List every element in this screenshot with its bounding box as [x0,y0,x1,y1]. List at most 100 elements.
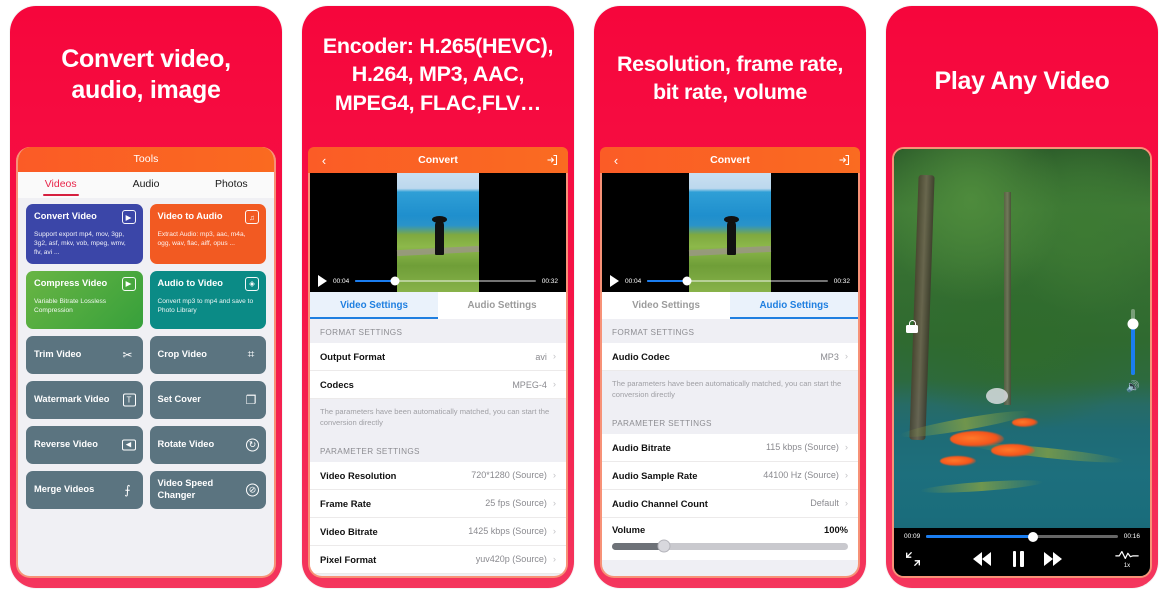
scrubber[interactable] [355,276,536,286]
thumbnail-person [431,215,447,255]
chevron-right-icon: › [552,378,556,390]
app-store-screenshot-gallery: Convert video, audio, image Tools Videos… [0,0,1170,596]
tool-tile-grid: Convert Video Support export mp4, mov, 3… [18,198,274,576]
row-value: Default [810,498,839,509]
section-header-format: FORMAT SETTINGS [602,319,858,343]
tool-tile-video-to-audio[interactable]: Video to Audio Extract Audio: mp3, aac, … [149,204,266,264]
export-icon[interactable] [544,154,560,166]
row-codecs[interactable]: Codecs MPEG-4 › [310,371,566,399]
volume-control[interactable]: Volume 100% [602,517,858,560]
scene-water-weed [919,477,1043,496]
player-scrubber-row: 00:09 00:16 [904,531,1140,542]
scrubber-knob[interactable] [1028,531,1039,542]
row-label: Audio Bitrate [612,441,671,453]
transport-controls [922,550,1114,567]
tab-videos[interactable]: Videos [18,178,103,198]
chevron-left-icon[interactable]: ‹ [608,154,624,167]
play-icon[interactable] [318,275,327,287]
promo-headline: Convert video, audio, image [10,44,282,105]
phone-frame: Encoder: H.265(HEVC), H.264, MP3, AAC, M… [302,6,574,588]
scene-koi-fish [940,456,977,467]
scrubber-knob[interactable] [682,276,692,286]
headline-line-1: Resolution, frame rate, [616,52,844,76]
tools-tabbar: Videos Audio Photos [18,172,274,198]
headline-line-1: Encoder: H.265(HEVC), [322,34,554,58]
tool-tile-compress-video[interactable]: Compress Video Variable Bitrate Lossless… [26,270,143,329]
tool-tile-rotate-video[interactable]: Rotate Video ↻ [149,425,266,464]
tool-tile-set-cover[interactable]: Set Cover ❐ [149,380,266,419]
row-frame-rate[interactable]: Frame Rate 25 fps (Source) › [310,489,566,518]
row-pixel-format[interactable]: Pixel Format yuv420p (Source) › [310,545,566,574]
tool-tile-reverse-video[interactable]: Reverse Video ◀ [26,425,143,464]
promo-panel-audio-settings: Resolution, frame rate, bit rate, volume… [584,0,876,596]
tool-tile-audio-to-video[interactable]: Audio to Video Convert mp3 to mp4 and sa… [149,270,266,329]
play-icon[interactable] [610,275,619,287]
scrubber[interactable] [926,531,1118,542]
volume-slider[interactable] [612,539,848,553]
row-audio-channel-count[interactable]: Audio Channel Count Default › [602,489,858,518]
speedometer-icon: ⊘ [246,483,259,497]
row-audio-codec[interactable]: Audio Codec MP3 › [602,343,858,371]
thumbnail-person [723,215,739,255]
row-label: Audio Codec [612,351,670,362]
tile-title: Trim Video [34,349,82,360]
tool-tile-merge-videos[interactable]: Merge Videos ⨍ [26,470,143,509]
headline-line-2: H.264, MP3, AAC, [351,62,525,87]
row-audio-bitrate[interactable]: Audio Bitrate 115 kbps (Source) › [602,433,858,462]
speaker-icon[interactable]: 🔊 [1126,382,1140,393]
fullscreen-player[interactable]: 🔊 00:09 00:16 1x [892,147,1152,578]
row-output-format[interactable]: Output Format avi › [310,343,566,371]
convert-navbar: ‹ Convert [600,147,860,173]
row-audio-sample-rate[interactable]: Audio Sample Rate 44100 Hz (Source) › [602,461,858,490]
volume-slider-knob[interactable] [657,539,671,553]
headline-line-2: audio, image [71,75,221,104]
section-header-format: FORMAT SETTINGS [310,319,566,343]
row-video-bitrate[interactable]: Video Bitrate 1425 kbps (Source) › [310,517,566,546]
tab-photos[interactable]: Photos [189,178,274,198]
lock-icon[interactable] [906,320,918,333]
section-header-parameter: PARAMETER SETTINGS [310,437,566,462]
export-icon[interactable] [836,154,852,166]
row-label: Audio Sample Rate [612,469,698,481]
scene-koi-fish [950,430,1005,447]
promo-panel-tools: Convert video, audio, image Tools Videos… [0,0,292,596]
tool-tile-convert-video[interactable]: Convert Video Support export mp4, mov, 3… [26,204,143,264]
tool-tile-video-speed-changer[interactable]: Video Speed Changer ⊘ [149,470,266,509]
fast-forward-icon[interactable] [1043,551,1064,566]
scrubber-knob[interactable] [390,276,400,286]
tool-tile-watermark-video[interactable]: Watermark Video T [26,380,143,419]
volume-knob[interactable] [1127,318,1139,330]
volume-slider-fill [612,542,664,550]
volume-track[interactable] [1127,309,1139,375]
merge-icon: ⨍ [124,482,131,497]
expand-icon[interactable] [904,550,922,568]
row-value: MPEG-4 [512,379,547,390]
waveform-icon[interactable]: 1x [1114,548,1140,569]
scrubber-fill [647,279,687,283]
chevron-right-icon: › [552,525,556,537]
tab-audio[interactable]: Audio [103,178,188,198]
headline-line-1: Convert video, [61,45,231,73]
pause-icon[interactable] [1012,550,1024,567]
player-controls-bar: 00:09 00:16 1x [894,528,1150,576]
chevron-left-icon[interactable]: ‹ [316,154,332,167]
tab-audio-settings[interactable]: Audio Settings [438,292,566,319]
chevron-right-icon: › [844,350,848,362]
scrubber[interactable] [647,276,828,286]
tool-tile-trim-video[interactable]: Trim Video ✂ [26,335,143,374]
tab-video-settings[interactable]: Video Settings [602,292,730,319]
video-preview[interactable]: 00:04 00:32 [602,173,858,292]
tile-title: Convert Video [34,211,97,221]
tab-audio-settings[interactable]: Audio Settings [730,292,858,319]
volume-slider-vertical[interactable]: 🔊 [1126,309,1140,397]
row-video-resolution[interactable]: Video Resolution 720*1280 (Source) › [310,461,566,490]
rewind-icon[interactable] [972,551,993,566]
scene-koi-fish [991,443,1036,457]
convert-screen: 00:04 00:32 Video Settings Audio Setting… [600,173,860,578]
video-frame-forest-pond [894,149,1150,576]
tool-tile-crop-video[interactable]: Crop Video ⌗ [149,335,266,374]
video-preview[interactable]: 00:04 00:32 [310,173,566,292]
row-value: 44100 Hz (Source) [763,470,839,481]
phone-frame: Play Any Video 🔊 00:09 00:16 1x [886,6,1158,588]
tab-video-settings[interactable]: Video Settings [310,292,438,319]
